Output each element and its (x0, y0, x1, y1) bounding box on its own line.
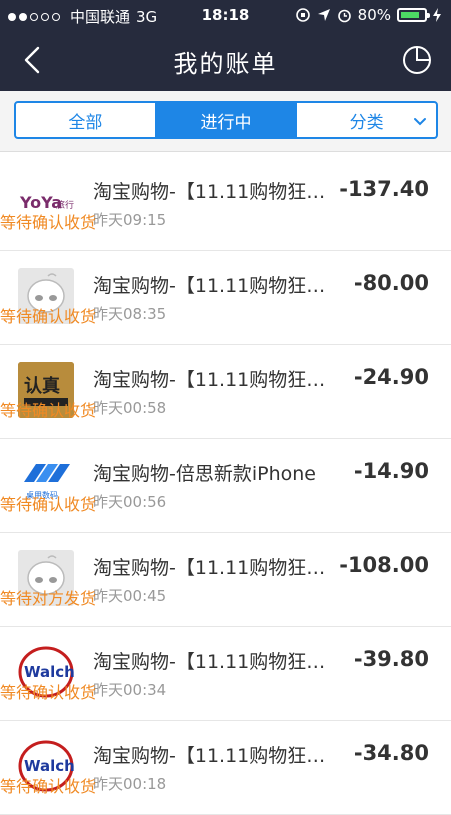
list-item[interactable]: 淘宝购物-【11.11购物狂欢节】 昨天00:45 -108.00 等待对方发货 (0, 533, 451, 627)
page-title: 我的账单 (173, 50, 278, 78)
order-title: 淘宝购物-倍思新款iPhone (93, 463, 316, 485)
chevron-down-icon (414, 118, 427, 126)
filter-bar: 全部 进行中 分类 (0, 91, 451, 152)
order-title: 淘宝购物-【11.11购物狂欢节】 (93, 181, 333, 203)
tab-all[interactable]: 全部 (16, 103, 155, 137)
order-amount: -14.90 (353, 459, 429, 483)
tab-label: 进行中 (200, 112, 252, 133)
navigation-bar: 我的账单 (0, 30, 451, 91)
order-status: 等待确认收货 (0, 401, 97, 420)
location-icon (317, 9, 330, 21)
svg-text:认真: 认真 (24, 375, 60, 397)
order-amount: -34.80 (353, 741, 429, 765)
list-item[interactable]: Walch 淘宝购物-【11.11购物狂欢节】 昨天00:18 -34.80 等… (0, 721, 451, 815)
order-status: 等待确认收货 (0, 213, 97, 232)
battery-icon (397, 8, 430, 22)
list-item[interactable]: YoYa 旅行 淘宝购物-【11.11购物狂欢节】 昨天09:15 -137.4… (0, 157, 451, 251)
order-status: 等待确认收货 (0, 777, 97, 796)
order-amount: -80.00 (353, 271, 429, 295)
list-item[interactable]: 淘宝购物-【11.11购物狂欢节】 昨天08:35 -80.00 等待确认收货 (0, 251, 451, 345)
order-status: 等待对方发货 (0, 589, 97, 608)
order-amount: -137.40 (339, 177, 429, 201)
order-title: 淘宝购物-【11.11购物狂欢节】 (93, 651, 333, 673)
alarm-icon (337, 9, 351, 22)
order-status: 等待确认收货 (0, 307, 97, 326)
order-title: 淘宝购物-【11.11购物狂欢节】 (93, 369, 333, 391)
order-status: 等待确认收货 (0, 495, 97, 514)
tab-label: 全部 (68, 112, 103, 133)
charging-icon (433, 8, 441, 22)
order-amount: -24.90 (353, 365, 429, 389)
order-title: 淘宝购物-【11.11购物狂欢节】 (93, 745, 333, 767)
segmented-control: 全部 进行中 分类 (14, 101, 438, 139)
order-title: 淘宝购物-【11.11购物狂欢节】 (93, 557, 333, 579)
order-status: 等待确认收货 (0, 683, 97, 702)
list-item[interactable]: 认真 淘宝购物-【11.11购物狂欢节】 昨天00:58 -24.90 等待确认… (0, 345, 451, 439)
order-amount: -108.00 (339, 553, 429, 577)
tab-in-progress[interactable]: 进行中 (154, 103, 296, 137)
list-item[interactable]: Walch 淘宝购物-【11.11购物狂欢节】 昨天00:34 -39.80 等… (0, 627, 451, 721)
top-bar: 中国联通 3G 18:18 80% 我的账单 (0, 0, 451, 91)
rotation-lock-icon (295, 8, 310, 22)
tab-label: 分类 (349, 112, 384, 133)
list-item[interactable]: 桌用数码 淘宝购物-倍思新款iPhone 昨天00:56 -14.90 等待确认… (0, 439, 451, 533)
tab-category[interactable]: 分类 (295, 103, 436, 137)
order-list: YoYa 旅行 淘宝购物-【11.11购物狂欢节】 昨天09:15 -137.4… (0, 157, 451, 815)
battery-percent: 80% (357, 6, 391, 24)
order-title: 淘宝购物-【11.11购物狂欢节】 (93, 275, 333, 297)
order-amount: -39.80 (353, 647, 429, 671)
pie-chart-icon[interactable] (401, 44, 433, 76)
status-bar: 中国联通 3G 18:18 80% (0, 0, 451, 30)
